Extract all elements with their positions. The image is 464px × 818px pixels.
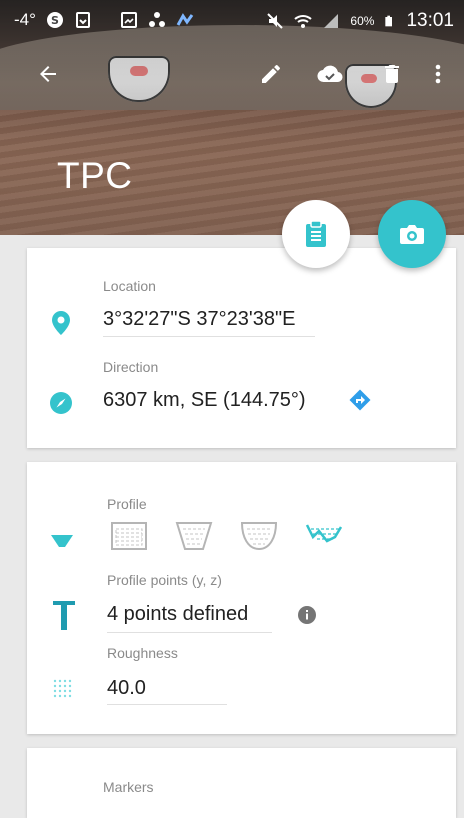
roughness-texture-icon bbox=[50, 676, 74, 700]
more-options-button[interactable] bbox=[420, 56, 456, 92]
clock: 13:01 bbox=[406, 10, 454, 31]
profile-rectangular-option[interactable] bbox=[110, 519, 150, 553]
direction-label: Direction bbox=[103, 359, 159, 375]
navigate-directions-button[interactable] bbox=[347, 387, 373, 413]
cloud-done-icon bbox=[317, 65, 343, 83]
notes-fab[interactable] bbox=[282, 200, 350, 268]
back-button[interactable] bbox=[30, 56, 66, 92]
profile-custom-option[interactable] bbox=[305, 519, 345, 553]
skype-icon: S bbox=[46, 12, 63, 28]
custom-channel-icon bbox=[305, 524, 343, 543]
battery-percent: 60% bbox=[350, 14, 375, 28]
app-toolbar bbox=[0, 50, 464, 98]
gallery-icon bbox=[120, 12, 137, 28]
camera-fab[interactable] bbox=[378, 200, 446, 268]
map-pin-icon bbox=[49, 311, 73, 335]
signal-app-icon bbox=[176, 13, 194, 26]
battery-icon bbox=[385, 15, 393, 27]
more-vert-icon bbox=[435, 64, 441, 84]
temperature-text: -4° bbox=[14, 10, 36, 29]
location-label: Location bbox=[103, 278, 156, 294]
profile-points-icon bbox=[50, 597, 78, 633]
roughness-value[interactable]: 40.0 bbox=[107, 677, 146, 700]
profile-label: Profile bbox=[107, 496, 147, 512]
directions-icon bbox=[349, 389, 371, 411]
arrow-back-icon bbox=[40, 66, 56, 82]
trash-icon bbox=[385, 65, 399, 83]
info-button[interactable] bbox=[296, 604, 318, 626]
mute-icon bbox=[267, 13, 284, 29]
profile-points-label: Profile points (y, z) bbox=[107, 572, 222, 588]
camera-icon bbox=[400, 225, 424, 244]
rectangular-channel-icon bbox=[111, 522, 147, 550]
clipboard-icon bbox=[306, 220, 326, 247]
roughness-label: Roughness bbox=[107, 645, 178, 661]
compass-icon bbox=[48, 390, 74, 416]
channel-profile-icon bbox=[49, 532, 75, 550]
markers-card: Markers bbox=[27, 748, 456, 818]
markers-label: Markers bbox=[103, 779, 154, 795]
edit-button[interactable] bbox=[253, 56, 289, 92]
profile-trapezoidal-option[interactable] bbox=[175, 519, 215, 553]
profile-parabolic-option[interactable] bbox=[240, 519, 280, 553]
download-icon bbox=[75, 12, 90, 28]
trapezoidal-channel-icon bbox=[175, 522, 213, 550]
location-value[interactable]: 3°32'27"S 37°23'38"E bbox=[103, 308, 295, 331]
page-title: TPC bbox=[57, 155, 133, 196]
cell-signal-icon bbox=[324, 14, 339, 28]
profile-card: Profile bbox=[27, 462, 456, 734]
share-network-icon bbox=[148, 12, 165, 27]
profile-points-value[interactable]: 4 points defined bbox=[107, 603, 248, 626]
parabolic-channel-icon bbox=[240, 522, 278, 551]
location-card: Location 3°32'27"S 37°23'38"E Direction … bbox=[27, 248, 456, 448]
info-icon bbox=[298, 606, 316, 624]
status-bar: -4° S 60% 13:01 bbox=[0, 0, 464, 40]
delete-button[interactable] bbox=[374, 56, 410, 92]
pencil-icon bbox=[262, 64, 280, 83]
wifi-icon bbox=[294, 15, 313, 28]
sync-button[interactable] bbox=[312, 56, 348, 92]
svg-text:S: S bbox=[51, 14, 59, 27]
direction-value[interactable]: 6307 km, SE (144.75°) bbox=[103, 389, 306, 412]
